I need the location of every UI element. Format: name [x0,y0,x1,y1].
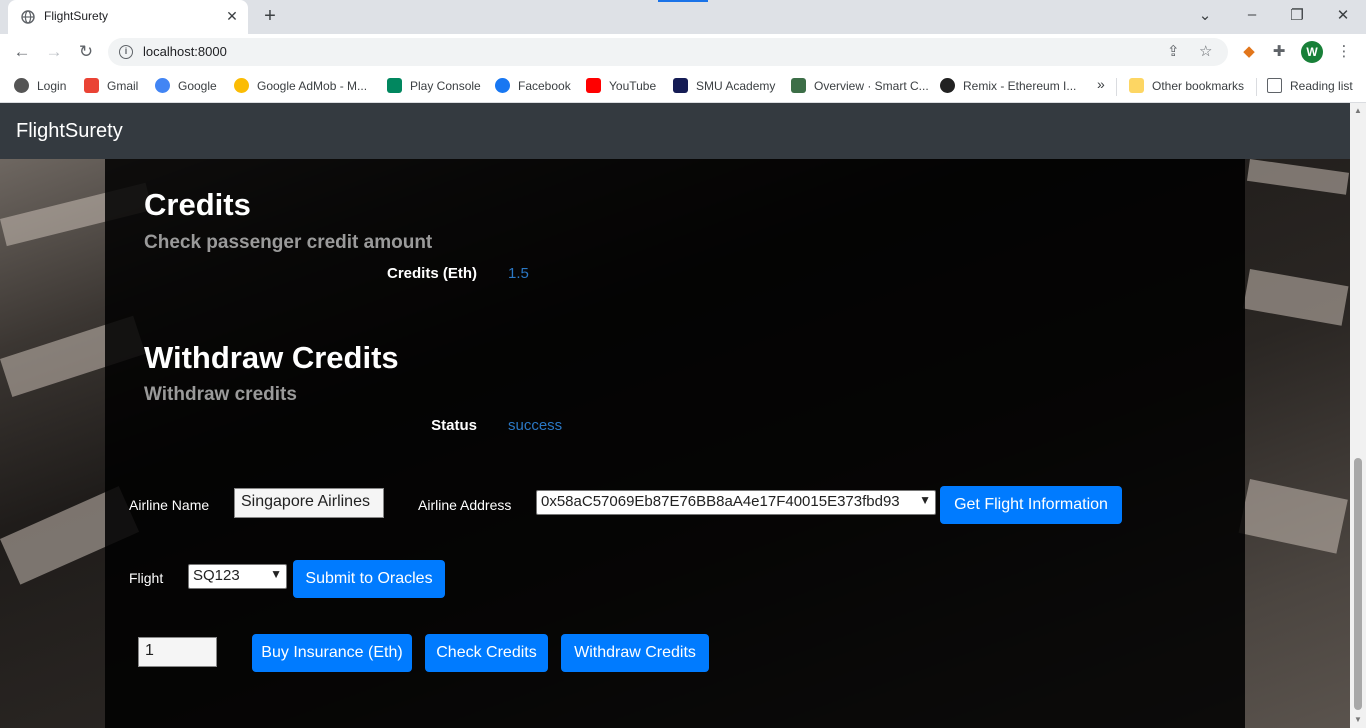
bookmark-play-console[interactable]: Play Console [387,78,481,93]
back-icon[interactable]: ← [11,41,33,63]
youtube-icon [586,78,601,93]
folder-icon [1129,78,1144,93]
url-text: localhost:8000 [143,44,227,59]
bookmark-login[interactable]: Login [14,78,66,93]
bookmark-youtube[interactable]: YouTube [586,78,656,93]
buy-insurance-button[interactable]: Buy Insurance (Eth) [252,634,412,672]
bookmark-label: Play Console [410,79,481,93]
overview-icon [791,78,806,93]
profile-avatar[interactable]: W [1301,41,1323,63]
more-bookmarks-icon[interactable]: » [1097,76,1105,92]
withdraw-subheading: Withdraw credits [144,384,297,405]
share-icon[interactable]: ⇪ [1167,42,1180,60]
status-label: Status [431,417,477,434]
admob-icon [234,78,249,93]
get-flight-information-button[interactable]: Get Flight Information [940,486,1122,524]
tab-search-icon[interactable]: ⌄ [1195,6,1215,24]
chevron-down-icon: ▼ [270,567,282,581]
bookmark-gmail[interactable]: Gmail [84,78,138,93]
bookmark-overview[interactable]: Overview · Smart C... [791,78,929,93]
withdraw-heading: Withdraw Credits [144,340,399,375]
tab-title: FlightSurety [44,9,109,23]
bookmark-label: Google [178,79,217,93]
smu-academy-icon [673,78,688,93]
bookmark-label: Login [37,79,67,93]
runway-stripe [1243,269,1349,326]
globe-icon [21,10,35,24]
submit-to-oracles-button[interactable]: Submit to Oracles [293,560,445,598]
reload-icon[interactable]: ↻ [75,41,97,63]
withdraw-credits-button[interactable]: Withdraw Credits [561,634,709,672]
tab-strip-accent [658,0,708,2]
bookmark-google[interactable]: Google [155,78,217,93]
bookmarks-bar: Login Gmail Google Google AdMob - M... P… [0,70,1366,103]
bookmarks-divider [1116,78,1117,96]
airline-address-value: 0x58aC57069Eb87E76BB8aA4e17F40015E373fbd… [541,493,900,510]
bookmark-smu-academy[interactable]: SMU Academy [673,78,775,93]
status-value: success [508,417,563,434]
scrollbar-thumb[interactable] [1354,458,1362,710]
app-navbar: FlightSurety [0,103,1350,159]
metamask-icon[interactable]: ◆ [1238,41,1260,63]
insurance-amount-input[interactable]: 1 [138,637,217,667]
restore-icon[interactable]: ❐ [1287,6,1307,24]
menu-icon[interactable]: ⋮ [1333,41,1355,63]
bookmarks-divider [1256,78,1257,96]
reading-list[interactable]: Reading list [1267,78,1353,93]
bookmark-label: Overview · Smart C... [814,79,929,93]
google-icon [155,78,170,93]
bookmark-remix[interactable]: Remix - Ethereum I... [940,78,1076,93]
scroll-up-icon[interactable]: ▲ [1353,106,1363,115]
bookmark-facebook[interactable]: Facebook [495,78,571,93]
gmail-icon [84,78,99,93]
airline-address-select[interactable]: 0x58aC57069Eb87E76BB8aA4e17F40015E373fbd… [536,490,936,515]
credits-heading: Credits [144,187,251,222]
airline-name-label: Airline Name [129,497,210,513]
reading-list-icon [1267,78,1282,93]
play-console-icon [387,78,402,93]
credits-subheading: Check passenger credit amount [144,232,433,253]
credits-label: Credits (Eth) [387,265,477,282]
bookmark-label: Gmail [107,79,139,93]
flight-select[interactable]: SQ123 ▼ [188,564,287,589]
close-window-icon[interactable]: ✕ [1333,6,1353,24]
remix-icon [940,78,955,93]
browser-tab[interactable]: FlightSurety ✕ [8,0,248,34]
extensions-icon[interactable]: ✚ [1268,41,1290,63]
bookmark-star-icon[interactable]: ☆ [1199,42,1212,60]
forward-icon[interactable]: → [43,41,65,63]
airline-address-label: Airline Address [418,497,512,513]
bookmark-label: SMU Academy [696,79,776,93]
runway-stripe [1238,479,1348,554]
tab-strip: FlightSurety ✕ + ⌄ – ❐ ✕ [0,0,1366,34]
page-scrollbar[interactable]: ▲ ▼ [1350,103,1366,728]
login-icon [14,78,29,93]
flight-value: SQ123 [193,567,240,584]
address-bar[interactable]: i localhost:8000 ⇪ ☆ [108,38,1228,66]
bookmark-label: Google AdMob - M... [257,79,368,93]
browser-toolbar: ← → ↻ i localhost:8000 ⇪ ☆ ◆ ✚ ⋮ [0,34,1366,70]
minimize-icon[interactable]: – [1242,6,1262,23]
bookmark-label: Remix - Ethereum I... [963,79,1077,93]
facebook-icon [495,78,510,93]
bookmark-label: YouTube [609,79,657,93]
site-info-icon[interactable]: i [119,45,133,59]
main-panel: Credits Check passenger credit amount Cr… [105,159,1245,728]
close-tab-icon[interactable]: ✕ [224,8,240,25]
scroll-down-icon[interactable]: ▼ [1353,715,1363,724]
bookmark-label: Facebook [518,79,571,93]
credits-value: 1.5 [508,265,529,282]
flight-label: Flight [129,570,164,586]
check-credits-button[interactable]: Check Credits [425,634,548,672]
new-tab-icon[interactable]: + [260,5,280,28]
other-bookmarks[interactable]: Other bookmarks [1129,78,1244,93]
other-bookmarks-label: Other bookmarks [1152,79,1245,93]
chevron-down-icon: ▼ [919,493,931,507]
runway-stripe [1246,159,1350,195]
page-viewport: FlightSurety Credits Check passenger cre… [0,103,1350,728]
brand-title[interactable]: FlightSurety [16,120,123,143]
airline-name-input[interactable]: Singapore Airlines [234,488,384,518]
reading-list-label: Reading list [1290,79,1353,93]
bookmark-admob[interactable]: Google AdMob - M... [234,78,367,93]
